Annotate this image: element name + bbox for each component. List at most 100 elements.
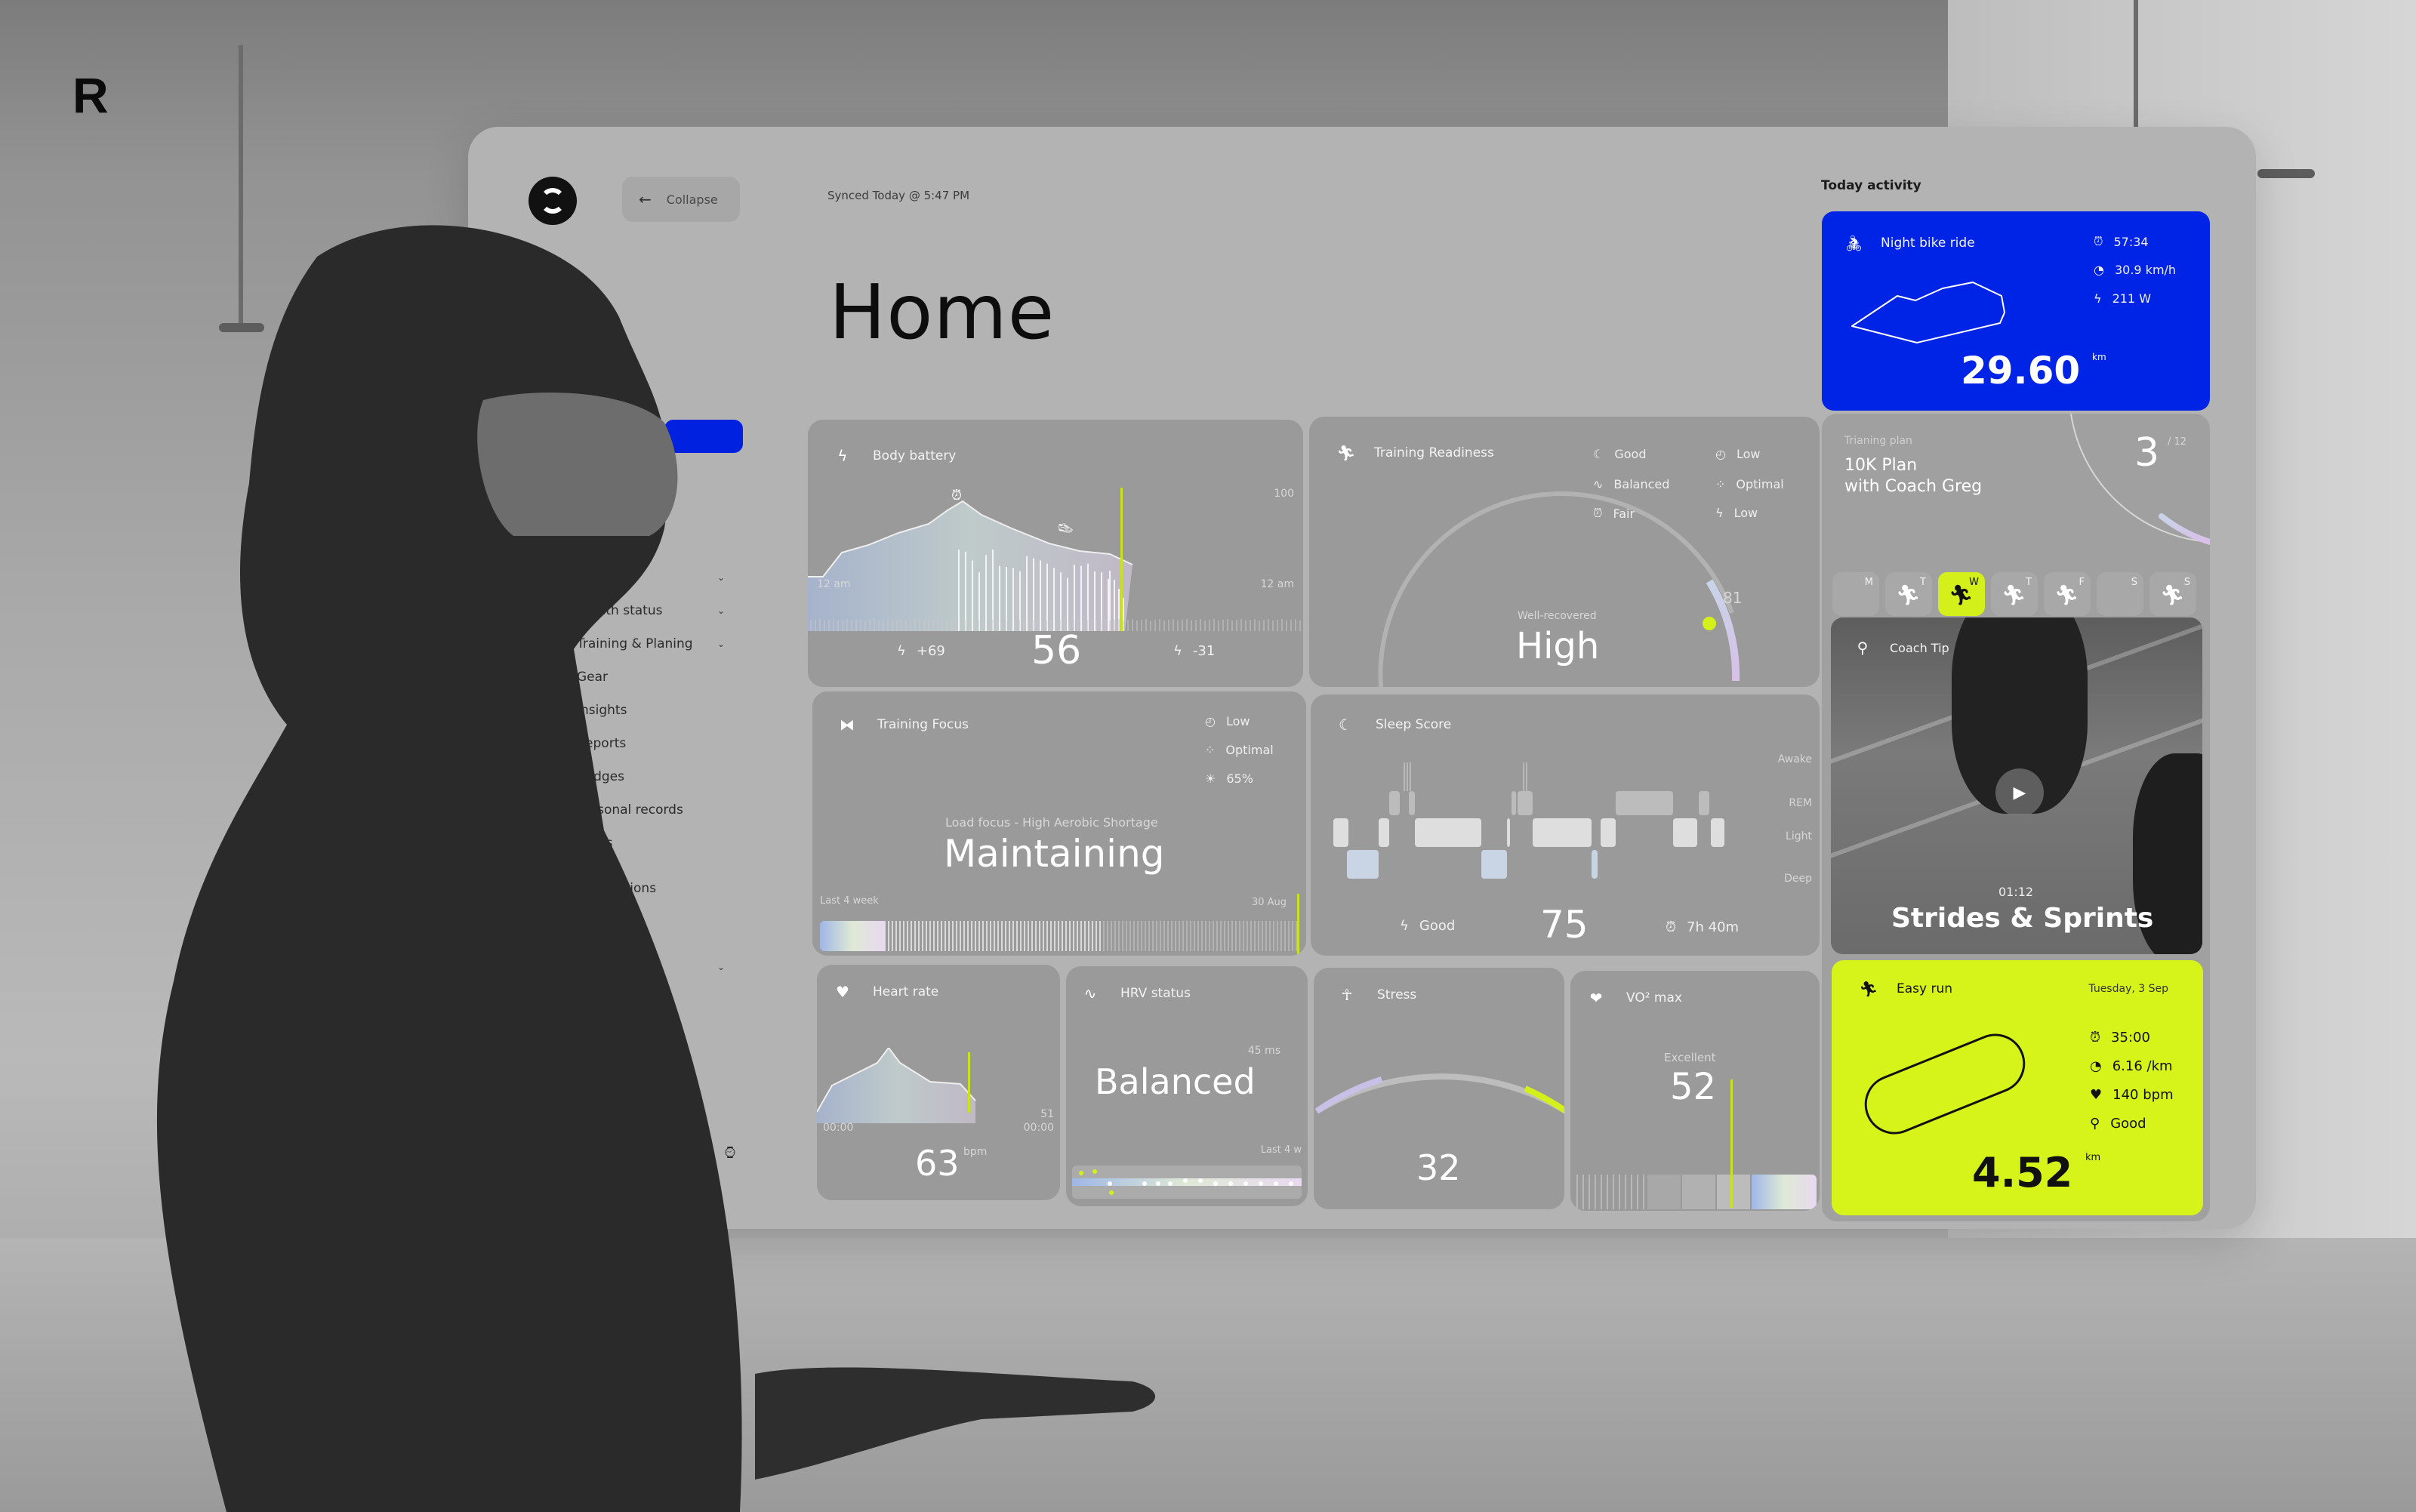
focus-bars [885,921,1297,951]
vo2-marker [1730,1079,1733,1208]
plan-day-6[interactable]: S 🏃︎ [2149,572,2196,616]
running-icon: 🏃︎ [1859,980,1878,998]
stage-deep-label: Deep [1784,873,1812,885]
bolt-icon: ϟ [1173,643,1182,659]
speedometer-icon: ◔ [2094,263,2104,277]
hrv-dot [1243,1181,1248,1186]
start-time-label: 12 am [817,578,851,590]
bike-duration: ⏰︎ 57:34 [2094,234,2149,249]
hr-area [817,1048,975,1123]
sleep-block-rem [1389,791,1400,815]
bike-icon: 🚴︎ [1844,234,1864,252]
sleep-duration: ⏰︎ 7h 40m [1666,919,1740,935]
hrv-dot [1259,1181,1263,1186]
focus-factor-load: ⁘ Optimal [1205,743,1274,757]
sleep-score-card[interactable]: ☾ Sleep Score Awake REM Light Deep ϟ Good … [1311,694,1820,956]
sleep-block-rem [1518,791,1533,815]
stress-value: 32 [1416,1147,1461,1188]
load-focus-label: Load focus - High Aerobic Shortage [945,815,1158,830]
person-hand [755,1367,1155,1480]
hrv-dot [1108,1181,1112,1186]
bike-ride-card[interactable]: 🚴︎ Night bike ride ⏰︎ 57:34 ◔ 30.9 km/h ϟ 21… [1822,211,2210,411]
sleep-block-rem [1699,791,1709,815]
focus-factor-recovery: ◴ Low [1205,714,1250,728]
end-time-label: 12 am [1260,578,1294,590]
heart-rate-card[interactable]: ♥ Heart rate 00:00 51 00:00 63 bpm [817,965,1060,1200]
whistle-icon: ⚲ [1857,639,1869,657]
easy-run-card[interactable]: 🏃︎ Easy run Tuesday, 3 Sep ⏰︎ 35:00 ◔ 6.16 … [1832,960,2203,1215]
hr-value: 63 [915,1143,960,1184]
plan-caption: Trianing plan [1844,435,1912,447]
whistle-icon: ⚲ [2090,1116,2100,1132]
alarm-icon: ⏰︎ [2090,1030,2101,1045]
plan-week-current: 3 [2134,430,2160,476]
vo2-scale-fair [1647,1175,1681,1209]
hrv-dot [1274,1181,1278,1186]
plan-day-1[interactable]: T 🏃︎ [1885,572,1932,616]
coach-tip-duration: 01:12 [1998,885,2034,899]
running-icon: 🏃︎ [2160,584,2186,607]
bike-power: ϟ 211 W [2094,291,2152,306]
plan-day-2[interactable]: W 🏃︎ [1938,572,1985,616]
sleep-block-light [1711,818,1724,847]
training-focus-card[interactable]: ⧓ Training Focus ◴ Low ⁘ Optimal ☀ 65% Load … [812,691,1306,956]
sun-icon: ☀ [1205,771,1216,786]
hrv-dot [1092,1169,1097,1174]
sleep-quality: ϟ Good [1400,918,1456,934]
hrv-dot [1109,1190,1114,1195]
sleep-stages-chart [1333,762,1724,879]
running-icon: 🏃︎ [2002,584,2027,607]
sleep-block-light [1673,818,1697,847]
hrv-dot [1168,1181,1173,1186]
plan-day-4[interactable]: F 🏃︎ [2044,572,2091,616]
plan-day-3[interactable]: T 🏃︎ [1991,572,2038,616]
play-button[interactable]: ▶ [1995,768,2044,817]
plan-day-0[interactable]: M [1832,572,1879,616]
hr-end-label: 00:00 [1023,1122,1054,1134]
alarm-icon: ⏰︎ [2094,234,2103,248]
bike-distance-unit: km [2092,352,2106,362]
stress-card[interactable]: ☥ Stress 32 [1314,968,1564,1209]
dumbbell-icon: ⧓ [840,716,855,734]
stress-indicator [1524,1085,1564,1114]
coach-tip-card[interactable]: ⚲ Coach Tip ▶ 01:12 Strides & Sprints [1831,617,2202,954]
focus-factor-percent: ☀ 65% [1205,771,1253,786]
body-battery-chart [808,500,1301,631]
hrv-dot [1228,1181,1233,1186]
day-label: F [2079,577,2085,588]
gauge-indicator [1703,617,1716,630]
route-path [1851,282,2005,343]
readiness-subtitle: Well-recovered [1518,610,1597,622]
hrv-dot [1198,1178,1203,1183]
day-label: T [1920,577,1926,588]
shoe-icon: 👟︎ [1057,521,1074,537]
hrv-status-value: Balanced [1095,1061,1256,1102]
play-icon: ▶ [2013,783,2026,802]
sleep-block-light [1379,818,1389,847]
plan-title-line2: with Coach Greg [1844,477,1983,496]
battery-value: 56 [1031,628,1082,673]
hr-start-label: 00:00 [823,1122,854,1134]
plan-day-5[interactable]: S [2097,572,2143,616]
sleep-block-light [1415,818,1481,847]
running-icon: 🏃︎ [1949,584,1974,607]
hr-now-marker [968,1052,970,1113]
body-battery-card[interactable]: ϟ Body battery 100 12 am 12 am ⏰︎ 👟︎ ϟ +69… [808,420,1303,687]
hr-unit: bpm [963,1146,988,1158]
focus-date-label: 30 Aug [1251,897,1287,908]
vo2max-card[interactable]: ❤ VO² max Excellent 52 [1570,971,1820,1211]
plan-week-total: / 12 [2168,436,2187,448]
focus-gradient-block [820,921,885,951]
easy-run-effect: ⚲ Good [2090,1116,2146,1132]
hrv-status-card[interactable]: ∿ HRV status 45 ms Balanced Last 4 w [1066,966,1308,1206]
hrv-dots [1079,1169,1293,1195]
sleep-block-light [1533,818,1592,847]
sleep-block-rem [1409,791,1415,815]
vo2-value: 52 [1670,1066,1717,1108]
headset-icon [477,393,678,536]
sleep-block-light [1601,818,1616,847]
alarm-icon: ⏰︎ [951,488,963,503]
training-readiness-card[interactable]: 🏃︎ Training Readiness ☾ Good ◴ Low ∿ Balance… [1309,417,1820,687]
running-icon: 🏃︎ [2054,584,2080,607]
gauge-value: 81 [1723,589,1743,607]
